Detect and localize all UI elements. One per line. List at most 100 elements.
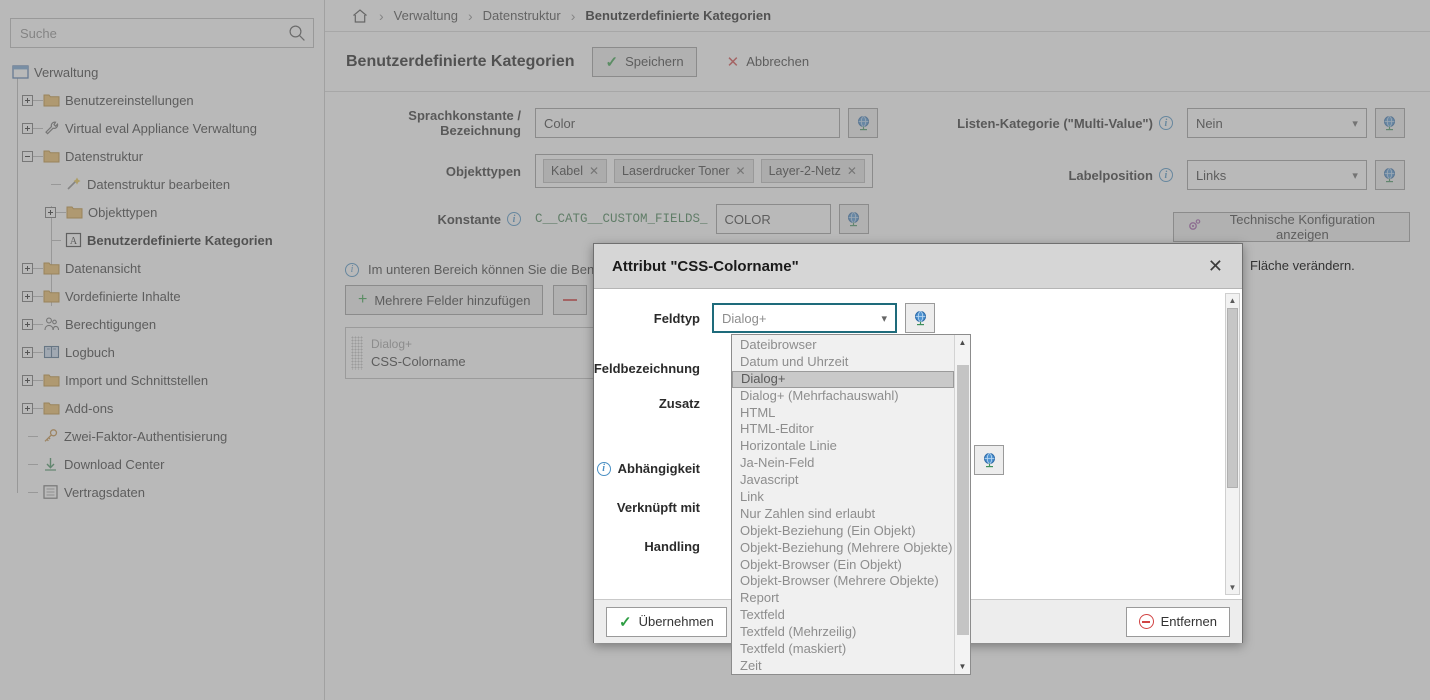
expander-plus-icon[interactable] xyxy=(22,94,33,106)
globe-translate-icon[interactable] xyxy=(1374,108,1405,138)
expander-plus-icon[interactable] xyxy=(45,206,56,218)
sidebar-item-label: Objekttypen xyxy=(88,204,158,220)
dropdown-option[interactable]: Dialog+ (Mehrfachauswahl) xyxy=(732,388,954,405)
sprachkonstante-input[interactable]: Color xyxy=(535,108,840,138)
breadcrumb-item-2[interactable]: Datenstruktur xyxy=(483,8,561,23)
dropdown-option[interactable]: Objekt-Browser (Ein Objekt) xyxy=(732,557,954,574)
drag-handle-icon[interactable] xyxy=(351,336,363,370)
form-row-tech-config: Technische Konfiguration anzeigen xyxy=(917,212,1410,242)
sidebar-item-vertragsdaten[interactable]: Vertragsdaten xyxy=(10,478,324,506)
dropdown-option-selected[interactable]: Dialog+ xyxy=(732,370,954,388)
search-icon[interactable] xyxy=(288,24,306,42)
sidebar-item-vordefinierte-inhalte[interactable]: Vordefinierte Inhalte xyxy=(10,282,324,310)
chip-item[interactable]: Layer-2-Netz ✕ xyxy=(760,159,865,183)
expander-plus-icon[interactable] xyxy=(22,122,33,134)
handling-label: Handling xyxy=(644,539,700,554)
chip-remove-icon[interactable]: ✕ xyxy=(736,164,746,178)
chip-item[interactable]: Kabel ✕ xyxy=(543,159,608,183)
globe-translate-icon[interactable] xyxy=(848,108,878,138)
info-icon[interactable]: i xyxy=(596,461,611,476)
folder-icon xyxy=(43,92,60,108)
sidebar-item-add-ons[interactable]: Add-ons xyxy=(10,394,324,422)
remove-button[interactable]: Entfernen xyxy=(1125,606,1230,637)
expander-plus-icon[interactable] xyxy=(22,290,33,302)
chip-remove-icon[interactable]: ✕ xyxy=(847,164,857,178)
dropdown-option[interactable]: Nur Zahlen sind erlaubt xyxy=(732,506,954,523)
dropdown-option[interactable]: Datum und Uhrzeit xyxy=(732,354,954,371)
dropdown-option[interactable]: Textfeld (Mehrzeilig) xyxy=(732,624,954,641)
sidebar-item-datenansicht[interactable]: Datenansicht xyxy=(10,254,324,282)
sidebar-item-verwaltung[interactable]: Verwaltung xyxy=(10,58,324,86)
modal-scroll-thumb[interactable] xyxy=(1227,308,1238,488)
save-button[interactable]: ✓ Speichern xyxy=(592,46,697,77)
labelposition-select[interactable]: Links ▾ xyxy=(1186,160,1367,190)
feldtyp-select[interactable]: Dialog+ ▾ xyxy=(712,303,897,333)
expander-plus-icon[interactable] xyxy=(22,346,33,358)
dropdown-option[interactable]: Report xyxy=(732,590,954,607)
dropdown-option[interactable]: Textfeld xyxy=(732,607,954,624)
form-row-sprachkonstante: Sprachkonstante / Bezeichnung Color xyxy=(345,108,917,138)
apply-button[interactable]: ✓ Übernehmen xyxy=(606,606,727,637)
scroll-down-icon[interactable]: ▼ xyxy=(1226,581,1239,594)
modal-scrollbar[interactable]: ▲ ▼ xyxy=(1225,293,1240,595)
dropdown-scroll-thumb[interactable] xyxy=(957,365,969,635)
cancel-button[interactable]: ✕ Abbrechen xyxy=(715,47,821,77)
breadcrumb-item-1[interactable]: Verwaltung xyxy=(394,8,458,23)
dropdown-option[interactable]: Textfeld (maskiert) xyxy=(732,641,954,658)
sidebar-item-logbuch[interactable]: Logbuch xyxy=(10,338,324,366)
expander-plus-icon[interactable] xyxy=(22,374,33,386)
app-root: Verwaltung Benutzereinstellungen Virtual… xyxy=(0,0,1430,700)
globe-translate-icon[interactable] xyxy=(838,204,869,234)
dropdown-option[interactable]: Zeit xyxy=(732,658,954,675)
expander-minus-icon[interactable] xyxy=(22,150,33,162)
konstante-input[interactable]: COLOR xyxy=(715,204,831,234)
chip-remove-icon[interactable]: ✕ xyxy=(589,164,599,178)
breadcrumb-separator: › xyxy=(379,7,384,24)
sidebar-item-datenstruktur[interactable]: Datenstruktur xyxy=(10,142,324,170)
dropdown-option[interactable]: Javascript xyxy=(732,472,954,489)
expander-plus-icon[interactable] xyxy=(22,402,33,414)
globe-translate-icon[interactable] xyxy=(974,445,1004,475)
dropdown-option[interactable]: Objekt-Browser (Mehrere Objekte) xyxy=(732,573,954,590)
listen-kategorie-select[interactable]: Nein ▾ xyxy=(1186,108,1367,138)
technische-konfiguration-button[interactable]: Technische Konfiguration anzeigen xyxy=(1172,212,1410,242)
globe-translate-icon[interactable] xyxy=(1374,160,1405,190)
scroll-up-icon[interactable]: ▲ xyxy=(955,335,970,350)
info-icon[interactable]: i xyxy=(1158,116,1173,130)
dropdown-option[interactable]: HTML xyxy=(732,405,954,422)
close-icon[interactable]: ✕ xyxy=(1203,254,1228,278)
sprachkonstante-label: Sprachkonstante / Bezeichnung xyxy=(408,108,521,138)
sidebar-item-benutzereinstellungen[interactable]: Benutzereinstellungen xyxy=(10,86,324,114)
sidebar-item-berechtigungen[interactable]: Berechtigungen xyxy=(10,310,324,338)
sidebar-item-benutzerdefinierte-kategorien[interactable]: A Benutzerdefinierte Kategorien xyxy=(10,226,324,254)
sidebar-item-zwei-faktor-authentisierung[interactable]: Zwei-Faktor-Authentisierung xyxy=(10,422,324,450)
expander-plus-icon[interactable] xyxy=(22,318,33,330)
add-multiple-fields-button[interactable]: + Mehrere Felder hinzufügen xyxy=(345,285,544,315)
dropdown-option[interactable]: Link xyxy=(732,489,954,506)
scroll-down-icon[interactable]: ▼ xyxy=(955,659,970,674)
search-input[interactable] xyxy=(10,18,314,48)
scroll-up-icon[interactable]: ▲ xyxy=(1226,294,1239,307)
dropdown-option[interactable]: HTML-Editor xyxy=(732,421,954,438)
objekttypen-chip-container[interactable]: Kabel ✕ Laserdrucker Toner ✕ Layer-2-Net… xyxy=(535,154,873,188)
dropdown-option[interactable]: Dateibrowser xyxy=(732,337,954,354)
chip-item[interactable]: Laserdrucker Toner ✕ xyxy=(614,159,754,183)
dropdown-option[interactable]: Objekt-Beziehung (Ein Objekt) xyxy=(732,523,954,540)
remove-field-button[interactable] xyxy=(553,285,588,315)
globe-translate-icon[interactable] xyxy=(905,303,935,333)
home-icon[interactable] xyxy=(351,7,369,25)
expander-plus-icon[interactable] xyxy=(22,262,33,274)
sidebar-item-import-und-schnittstellen[interactable]: Import und Schnittstellen xyxy=(10,366,324,394)
sidebar-item-virtual-eval-appliance[interactable]: Virtual eval Appliance Verwaltung xyxy=(10,114,324,142)
dropdown-option[interactable]: Objekt-Beziehung (Mehrere Objekte) xyxy=(732,540,954,557)
sidebar-item-datenstruktur-bearbeiten[interactable]: Datenstruktur bearbeiten xyxy=(10,170,324,198)
sidebar-item-objekttypen[interactable]: Objekttypen xyxy=(10,198,324,226)
dropdown-scrollbar[interactable]: ▲ ▼ xyxy=(954,335,970,674)
info-icon[interactable]: i xyxy=(507,212,521,226)
feldtyp-dropdown-list[interactable]: Dateibrowser Datum und Uhrzeit Dialog+ D… xyxy=(731,334,971,675)
dropdown-option[interactable]: Horizontale Linie xyxy=(732,438,954,455)
sidebar-item-download-center[interactable]: Download Center xyxy=(10,450,324,478)
info-icon[interactable]: i xyxy=(1158,168,1173,182)
folder-icon xyxy=(43,260,60,276)
dropdown-option[interactable]: Ja-Nein-Feld xyxy=(732,455,954,472)
